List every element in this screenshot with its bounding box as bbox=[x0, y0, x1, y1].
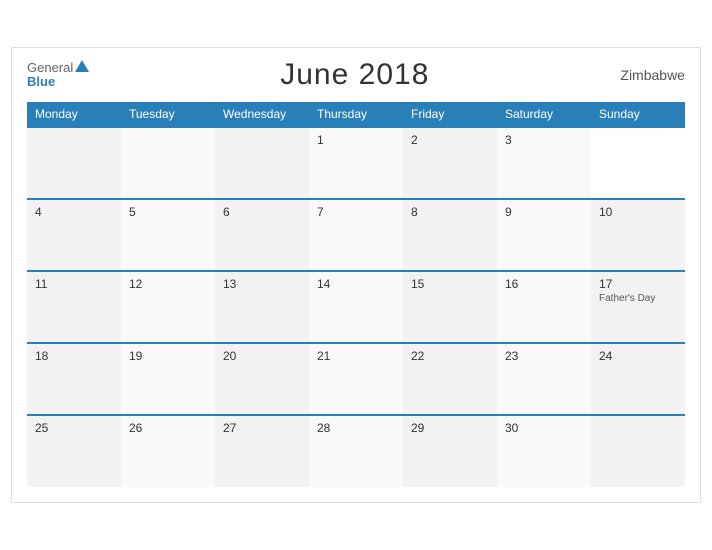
header-wednesday: Wednesday bbox=[215, 102, 309, 127]
calendar: General Blue June 2018 Zimbabwe Monday T… bbox=[11, 47, 701, 503]
header-friday: Friday bbox=[403, 102, 497, 127]
day-number: 6 bbox=[223, 205, 301, 219]
day-number: 17 bbox=[599, 277, 677, 291]
day-number: 25 bbox=[35, 421, 113, 435]
calendar-week-row: 11 12 13 14 15 16 17 Father's Day bbox=[27, 271, 685, 343]
header-thursday: Thursday bbox=[309, 102, 403, 127]
day-number: 22 bbox=[411, 349, 489, 363]
header-monday: Monday bbox=[27, 102, 121, 127]
calendar-day: 5 bbox=[121, 199, 215, 271]
day-number: 28 bbox=[317, 421, 395, 435]
calendar-day: 13 bbox=[215, 271, 309, 343]
day-number: 24 bbox=[599, 349, 677, 363]
day-number: 2 bbox=[411, 133, 489, 147]
calendar-day: 2 bbox=[403, 127, 497, 199]
calendar-day: 1 bbox=[309, 127, 403, 199]
calendar-day: 6 bbox=[215, 199, 309, 271]
calendar-day: 8 bbox=[403, 199, 497, 271]
calendar-day: 14 bbox=[309, 271, 403, 343]
day-number: 7 bbox=[317, 205, 395, 219]
day-number: 13 bbox=[223, 277, 301, 291]
day-number: 23 bbox=[505, 349, 583, 363]
calendar-week-row: 18 19 20 21 22 23 24 bbox=[27, 343, 685, 415]
calendar-day: 22 bbox=[403, 343, 497, 415]
day-number: 8 bbox=[411, 205, 489, 219]
calendar-week-row: 25 26 27 28 29 30 bbox=[27, 415, 685, 487]
calendar-day: 24 bbox=[591, 343, 685, 415]
calendar-day bbox=[591, 415, 685, 487]
calendar-day: 4 bbox=[27, 199, 121, 271]
logo-general: General bbox=[27, 61, 73, 75]
header-tuesday: Tuesday bbox=[121, 102, 215, 127]
calendar-day bbox=[27, 127, 121, 199]
day-event: Father's Day bbox=[599, 293, 677, 304]
calendar-day: 30 bbox=[497, 415, 591, 487]
day-number: 27 bbox=[223, 421, 301, 435]
day-number: 12 bbox=[129, 277, 207, 291]
calendar-day: 23 bbox=[497, 343, 591, 415]
day-number: 10 bbox=[599, 205, 677, 219]
calendar-day: 3 bbox=[497, 127, 591, 199]
day-number: 5 bbox=[129, 205, 207, 219]
day-number: 26 bbox=[129, 421, 207, 435]
calendar-week-row: 4 5 6 7 8 9 10 bbox=[27, 199, 685, 271]
day-number: 19 bbox=[129, 349, 207, 363]
calendar-header: General Blue June 2018 Zimbabwe bbox=[27, 58, 685, 92]
calendar-day: 27 bbox=[215, 415, 309, 487]
calendar-title: June 2018 bbox=[280, 58, 429, 92]
calendar-day: 17 Father's Day bbox=[591, 271, 685, 343]
day-number: 1 bbox=[317, 133, 395, 147]
calendar-day bbox=[215, 127, 309, 199]
calendar-day: 12 bbox=[121, 271, 215, 343]
calendar-day: 9 bbox=[497, 199, 591, 271]
calendar-country: Zimbabwe bbox=[620, 67, 685, 83]
calendar-table: Monday Tuesday Wednesday Thursday Friday… bbox=[27, 102, 685, 487]
logo-blue: Blue bbox=[27, 75, 89, 89]
calendar-day: 18 bbox=[27, 343, 121, 415]
logo-triangle-icon bbox=[75, 60, 89, 72]
day-number: 29 bbox=[411, 421, 489, 435]
calendar-day: 29 bbox=[403, 415, 497, 487]
weekday-header-row: Monday Tuesday Wednesday Thursday Friday… bbox=[27, 102, 685, 127]
day-number: 16 bbox=[505, 277, 583, 291]
calendar-day: 11 bbox=[27, 271, 121, 343]
calendar-day: 19 bbox=[121, 343, 215, 415]
calendar-day: 20 bbox=[215, 343, 309, 415]
calendar-day: 21 bbox=[309, 343, 403, 415]
calendar-day bbox=[121, 127, 215, 199]
day-number: 20 bbox=[223, 349, 301, 363]
day-number: 4 bbox=[35, 205, 113, 219]
calendar-day: 10 bbox=[591, 199, 685, 271]
calendar-day: 16 bbox=[497, 271, 591, 343]
calendar-day: 25 bbox=[27, 415, 121, 487]
calendar-day: 26 bbox=[121, 415, 215, 487]
calendar-day: 28 bbox=[309, 415, 403, 487]
day-number: 3 bbox=[505, 133, 583, 147]
logo: General Blue bbox=[27, 61, 89, 90]
day-number: 21 bbox=[317, 349, 395, 363]
header-sunday: Sunday bbox=[591, 102, 685, 127]
day-number: 30 bbox=[505, 421, 583, 435]
calendar-week-row: 1 2 3 bbox=[27, 127, 685, 199]
day-number: 9 bbox=[505, 205, 583, 219]
day-number: 15 bbox=[411, 277, 489, 291]
day-number: 18 bbox=[35, 349, 113, 363]
calendar-day: 15 bbox=[403, 271, 497, 343]
header-saturday: Saturday bbox=[497, 102, 591, 127]
calendar-day: 7 bbox=[309, 199, 403, 271]
day-number: 14 bbox=[317, 277, 395, 291]
day-number: 11 bbox=[35, 277, 113, 291]
